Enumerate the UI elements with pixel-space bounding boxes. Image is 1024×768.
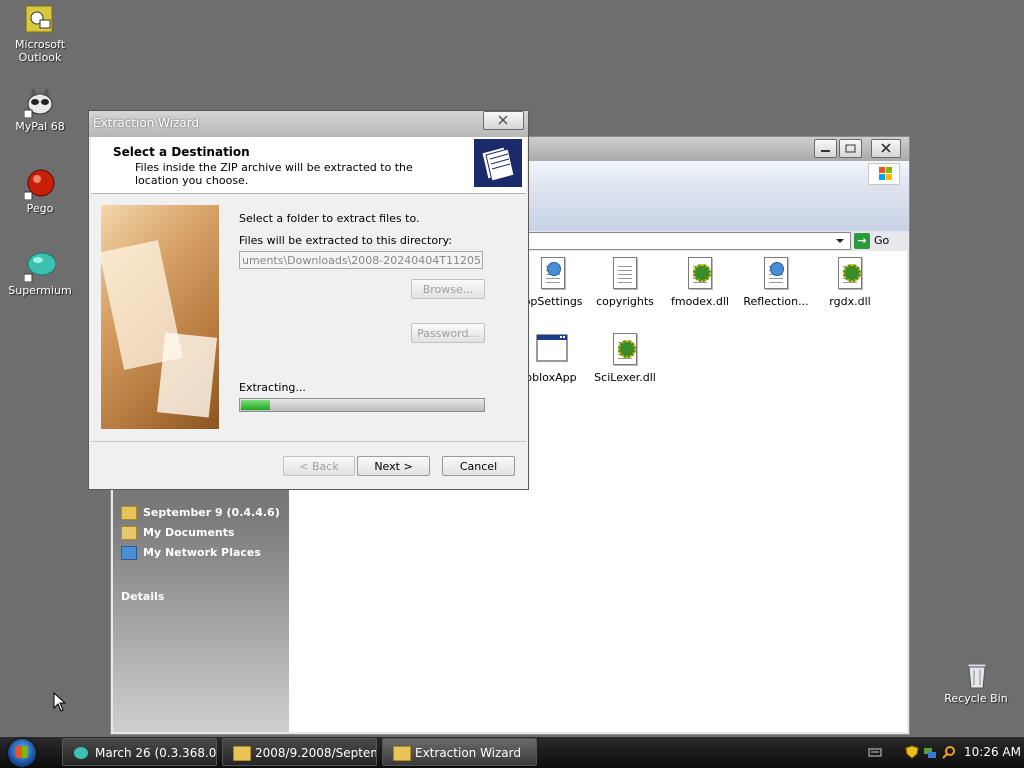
recycle-bin-icon <box>960 658 992 690</box>
directory-label: Files will be extracted to this director… <box>239 234 453 247</box>
dropdown-arrow-icon[interactable] <box>834 236 846 246</box>
close-icon <box>881 143 891 153</box>
go-button[interactable]: → Go <box>854 231 904 251</box>
zip-folder-icon <box>393 746 411 761</box>
wizard-header-title: Select a Destination <box>113 145 250 159</box>
taskbar-clock[interactable]: 10:26 AM <box>964 737 1021 768</box>
text-file-icon <box>610 257 640 291</box>
application-window-icon <box>536 333 568 367</box>
close-icon <box>498 115 508 125</box>
details-section-header[interactable]: Details <box>121 590 164 603</box>
my-network-places-link[interactable]: My Network Places <box>121 546 261 560</box>
destination-path-field[interactable]: uments\Downloads\2008-20240404T112051Z-0… <box>239 251 483 269</box>
desktop-icon-supermium[interactable]: Supermium <box>0 250 80 297</box>
file-item[interactable]: copyrights <box>583 257 667 308</box>
desktop-icon-label: Pego <box>26 202 54 215</box>
security-shield-icon[interactable] <box>905 745 919 759</box>
zip-folder-icon <box>474 139 522 187</box>
go-label: Go <box>874 234 890 247</box>
dll-file-icon <box>685 257 715 291</box>
supermium-icon <box>74 747 88 759</box>
config-file-icon <box>761 257 791 291</box>
wizard-title: Extraction Wizard <box>93 116 200 130</box>
windows-logo-icon <box>868 163 900 185</box>
config-file-icon <box>538 257 568 291</box>
wizard-side-image <box>99 205 219 429</box>
back-button[interactable]: < Back <box>283 456 355 476</box>
pego-red-orb-icon <box>23 168 56 201</box>
mypal-raccoon-icon <box>23 86 56 119</box>
supermium-icon <box>23 250 57 283</box>
extraction-wizard-dialog: Extraction Wizard Select a Destination F… <box>88 110 529 490</box>
desktop-icon-microsoft-outlook[interactable]: Microsoft Outlook <box>0 4 80 64</box>
keyboard-icon[interactable] <box>868 745 882 759</box>
mouse-cursor-icon <box>53 692 67 712</box>
close-button[interactable] <box>871 139 901 158</box>
next-button[interactable]: Next > <box>357 456 430 476</box>
browse-button[interactable]: Browse... <box>411 279 485 299</box>
minimize-icon <box>821 150 830 152</box>
wizard-header-subtitle: Files inside the ZIP archive will be ext… <box>135 161 413 187</box>
desktop-icon-recycle-bin[interactable]: Recycle Bin <box>936 658 1016 705</box>
select-folder-text: Select a folder to extract files to. <box>239 212 420 225</box>
desktop-icon-label: Recycle Bin <box>944 692 1008 705</box>
extraction-progress-bar <box>239 398 485 412</box>
wizard-title-bar[interactable]: Extraction Wizard <box>89 111 528 137</box>
folder-icon <box>121 506 137 520</box>
progress-fill <box>241 400 270 410</box>
footer-divider <box>91 441 526 442</box>
taskbar-item-extraction-wizard[interactable]: Extraction Wizard <box>382 738 537 766</box>
desktop-icon-pego[interactable]: Pego <box>0 168 80 215</box>
go-arrow-icon: → <box>854 233 870 249</box>
windows-logo-icon <box>16 746 28 758</box>
desktop-icon-label: Supermium <box>8 284 72 297</box>
dll-file-icon <box>610 333 640 367</box>
file-item[interactable]: Reflection... <box>734 257 818 308</box>
maximize-button[interactable] <box>839 139 862 158</box>
restore-icon <box>845 144 856 153</box>
my-documents-link[interactable]: My Documents <box>121 526 235 540</box>
network-places-icon <box>121 546 137 560</box>
outlook-icon <box>24 4 56 36</box>
desktop-icon-mypal[interactable]: MyPal 68 <box>0 86 80 133</box>
taskbar-item-browser[interactable]: March 26 (0.3.368.0)... <box>62 738 217 766</box>
folder-icon <box>233 746 251 761</box>
wizard-header: Select a Destination Files inside the ZI… <box>91 137 526 194</box>
my-documents-icon <box>121 526 137 540</box>
start-button[interactable] <box>8 739 36 767</box>
file-item[interactable]: fmodex.dll <box>658 257 742 308</box>
extracting-status: Extracting... <box>239 381 306 394</box>
dll-file-icon <box>835 257 865 291</box>
minimize-button[interactable] <box>814 139 837 158</box>
desktop-icon-label: Microsoft Outlook <box>14 38 66 64</box>
cancel-button[interactable]: Cancel <box>442 456 515 476</box>
desktop-icon-label: MyPal 68 <box>15 120 65 133</box>
file-item[interactable]: SciLexer.dll <box>583 333 667 384</box>
other-places-link[interactable]: September 9 (0.4.4.6) <box>121 506 280 520</box>
wizard-close-button[interactable] <box>483 111 524 130</box>
password-button[interactable]: Password... <box>411 323 485 343</box>
taskbar: March 26 (0.3.368.0)... 2008/9.2008/Sept… <box>0 737 1024 768</box>
network-icon[interactable] <box>923 745 937 759</box>
file-item[interactable]: rgdx.dll <box>808 257 892 308</box>
search-icon[interactable] <box>942 745 956 759</box>
taskbar-item-folder[interactable]: 2008/9.2008/Septem... <box>222 738 377 766</box>
